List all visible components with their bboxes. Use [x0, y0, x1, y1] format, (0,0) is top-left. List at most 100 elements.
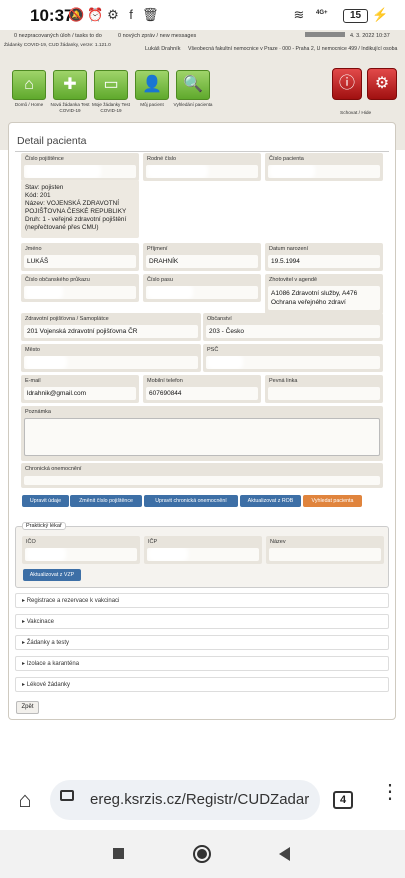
- accordion-vaccination[interactable]: ▸ Vakcinace: [15, 614, 389, 629]
- city-value: [24, 356, 198, 369]
- mobile-value: 607690844: [146, 387, 258, 400]
- insurer-field: Zdravotní pojišťovna / Samoplátce 201 Vo…: [21, 313, 201, 341]
- nav-new-request-button[interactable]: ✚: [53, 70, 87, 100]
- gp-ico-label: IČO: [26, 539, 36, 545]
- accordion-drug-requests[interactable]: ▸ Lékové žádanky: [15, 677, 389, 692]
- gp-fieldset: Praktický lékař IČO IČP Název Aktualizov…: [15, 522, 389, 588]
- insurer-label: Zdravotní pojišťovna / Samoplátce: [25, 316, 109, 322]
- accordion-label: Vakcinace: [26, 619, 54, 625]
- update-from-vzp-button[interactable]: Aktualizovat z VZP: [23, 569, 81, 581]
- accordion-vaccination-registration[interactable]: ▸ Registrace a rezervace k vakcinaci: [15, 593, 389, 608]
- home-nav-icon[interactable]: [193, 845, 211, 863]
- id-card-value: [24, 286, 136, 299]
- settings-button[interactable]: ⚙: [367, 68, 397, 100]
- note-label: Poznámka: [25, 409, 51, 415]
- insurance-number-value: [24, 165, 136, 178]
- landline-field: Pevná linka: [265, 375, 383, 403]
- change-insurance-number-button[interactable]: Změnit číslo pojištěnce: [70, 495, 142, 507]
- city-field: Město: [21, 344, 201, 372]
- nav-my-requests-button[interactable]: ▭: [94, 70, 128, 100]
- recents-icon[interactable]: [113, 848, 124, 859]
- messages-link[interactable]: 0 nových zpráv / new messages: [118, 33, 196, 39]
- gp-legend: Praktický lékař: [22, 522, 66, 530]
- wifi-icon: ≋: [293, 7, 305, 22]
- inbox-icon: ▭: [103, 76, 119, 93]
- hide-toggle[interactable]: Schovat / Hide: [340, 111, 371, 116]
- url-text[interactable]: ereg.ksrzis.cz/Registr/CUDZadar: [90, 791, 315, 808]
- mobile-field: Mobilní telefon 607690844: [143, 375, 261, 403]
- edit-details-button[interactable]: Upravit údaje: [22, 495, 69, 507]
- registered-by-label: Zhotovitel v agendě: [269, 277, 318, 283]
- patient-detail-panel: Detail pacienta Číslo pojištěnce Rodné č…: [8, 122, 396, 720]
- search-icon: 🔍: [183, 76, 203, 93]
- gp-icp-value: [147, 548, 259, 561]
- nav-search-patient-button[interactable]: 🔍: [176, 70, 210, 100]
- email-field: E-mail ldrahnik@gmail.com: [21, 375, 139, 403]
- landline-value: [268, 387, 380, 400]
- mobile-label: Mobilní telefon: [147, 378, 183, 384]
- clock: 10:37: [30, 6, 74, 25]
- lock-icon: [60, 790, 74, 801]
- zip-label: PSČ: [207, 347, 219, 353]
- user-name[interactable]: Lukáš Drahník: [145, 46, 180, 52]
- gp-name-label: Název: [270, 539, 286, 545]
- nav-home-label: Domů / Home: [14, 102, 44, 107]
- menu-icon[interactable]: ⋮: [380, 782, 400, 812]
- email-value: ldrahnik@gmail.com: [24, 387, 136, 400]
- info-button[interactable]: ⓘ: [332, 68, 362, 100]
- url-bar[interactable]: ereg.ksrzis.cz/Registr/CUDZadar: [50, 780, 320, 820]
- registered-by-value: A1086 Zdravotní služby, A476 Ochrana veř…: [268, 286, 380, 310]
- settings-icon: ⚙: [107, 7, 119, 22]
- tasks-link[interactable]: 0 nezpracovaných úloh / tasks to do: [14, 33, 102, 39]
- patient-number-field: Číslo pacienta: [265, 153, 383, 181]
- insurance-number-field: Číslo pojištěnce: [21, 153, 139, 181]
- citizenship-label: Občanství: [207, 316, 232, 322]
- back-button[interactable]: Zpět: [16, 701, 39, 714]
- registered-by-field: Zhotovitel v agendě A1086 Zdravotní služ…: [265, 274, 383, 314]
- accordion-label: Izolace a karanténa: [26, 661, 80, 667]
- gp-ico-value: [25, 548, 137, 561]
- chronic-value: [24, 476, 380, 485]
- date-time: 4. 3. 2022 10:37: [350, 33, 390, 39]
- info-icon: ⓘ: [338, 75, 355, 92]
- city-label: Město: [25, 347, 40, 353]
- gp-name-field: Název: [266, 536, 384, 564]
- birth-date-field: Datum narození 19.5.1994: [265, 243, 383, 271]
- hospital-name[interactable]: Všeobecná fakultní nemocnice v Praze · 0…: [188, 46, 404, 52]
- tab-switcher-button[interactable]: 4: [333, 791, 353, 809]
- accordion-requests-tests[interactable]: ▸ Žádanky a testy: [15, 635, 389, 650]
- note-field: Poznámka: [21, 406, 383, 461]
- bell-off-icon: 🔕: [68, 7, 85, 22]
- back-nav-icon[interactable]: [279, 847, 290, 861]
- insurer-value: 201 Vojenská zdravotní pojišťovna ČR: [24, 325, 198, 338]
- version-text: Žádanky COVID-19, CUD žádanky, verze: 1.…: [4, 43, 111, 48]
- passport-field: Číslo pasu: [143, 274, 261, 302]
- home-icon[interactable]: ⌂: [13, 789, 37, 811]
- zip-value: [206, 356, 380, 369]
- birth-date-label: Datum narození: [269, 246, 309, 252]
- page-title: Detail pacienta: [17, 135, 87, 147]
- update-from-rob-button[interactable]: Aktualizovat z ROB: [240, 495, 301, 507]
- insurance-status: Stav: pojisten: [25, 184, 64, 191]
- last-name-field: Příjmení DRAHNÍK: [143, 243, 261, 271]
- insurance-code: Kód: 201: [25, 192, 51, 199]
- note-textarea[interactable]: [24, 418, 380, 456]
- progress-bar: [305, 32, 345, 37]
- insurance-number-label: Číslo pojištěnce: [25, 156, 64, 162]
- gear-icon: ⚙: [374, 75, 390, 92]
- first-name-label: Jméno: [25, 246, 42, 252]
- chronic-field: Chronická onemocnění: [21, 463, 383, 488]
- search-patient-button[interactable]: Vyhledat pacienta: [303, 495, 362, 507]
- patient-icon: 👤: [142, 76, 162, 93]
- passport-value: [146, 286, 258, 299]
- add-user-icon: ✚: [63, 76, 77, 93]
- birth-date-value: 19.5.1994: [268, 255, 380, 268]
- zip-field: PSČ: [203, 344, 383, 372]
- accordion-isolation-quarantine[interactable]: ▸ Izolace a karanténa: [15, 656, 389, 671]
- edit-chronic-button[interactable]: Upravit chronická onemocnění: [144, 495, 238, 507]
- nav-my-patient-button[interactable]: 👤: [135, 70, 169, 100]
- trash-icon: 🗑: [142, 7, 159, 22]
- birth-number-label: Rodné číslo: [147, 156, 177, 162]
- nav-home-button[interactable]: ⌂: [12, 70, 46, 100]
- network-label: 4G+: [316, 10, 328, 16]
